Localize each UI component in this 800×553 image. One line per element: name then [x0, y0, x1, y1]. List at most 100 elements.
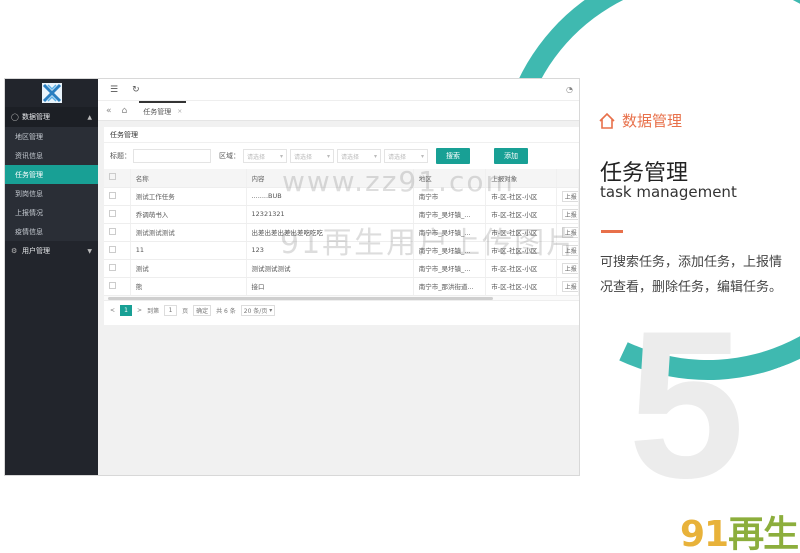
total-count: 共 6 条 [216, 307, 236, 315]
sidebar-item-area[interactable]: 地区管理 [5, 127, 98, 146]
cell-content: 123 [246, 241, 414, 260]
column-header: 地区 [413, 169, 487, 188]
chevron-down-icon: ▾ [326, 152, 330, 160]
cell-area: 南宁市_吴圩镇_... [413, 241, 487, 260]
table-header-row: 名称 内容 地区 上报对象 [104, 169, 579, 188]
scrollbar-thumb[interactable] [108, 296, 493, 300]
section-label: 数据管理 [622, 112, 683, 130]
cell-content: ........BUB [246, 187, 414, 206]
report-button[interactable]: 上报 [556, 223, 579, 242]
table-row: 熊 接口 南宁市_那洪街道... 市-区-社区-小区 上报 [104, 277, 579, 296]
cell-name: 测试 [130, 259, 247, 278]
task-table: 名称 内容 地区 上报对象 测试工作任务 ........BUB 南宁市 市-区… [104, 169, 579, 296]
menu-group-label: 数据管理 [22, 113, 50, 121]
feature-description: 可搜索任务，添加任务，上报情况查看，删除任务，编辑任务。 [600, 255, 783, 295]
sidebar-item-epidemic[interactable]: 疫情信息 [5, 222, 98, 241]
cell-target: 市-区-社区-小区 [485, 277, 557, 296]
menu-group-label: 用户管理 [22, 247, 50, 255]
menu-group-data[interactable]: ◯ 数据管理 ▲ [5, 107, 98, 127]
pagination: < 1 > 到第 1 页 确定 共 6 条 20 条/页 ▾ [104, 301, 579, 320]
row-checkbox[interactable] [104, 205, 131, 224]
home-icon [599, 112, 615, 129]
app-window: ◯ 数据管理 ▲ 地区管理 资讯信息 任务管理 到岗信息 上报情况 疫情信息 ⚙… [4, 78, 580, 476]
task-card: 任务管理 标题： 区域： 请选择 ▾ 请选择 ▾ 请选择 ▾ 请选择 ▾ 搜索 添加 名… [104, 127, 579, 325]
prev-page-button[interactable]: < [110, 307, 115, 314]
area-select-1[interactable]: 请选择 ▾ [243, 149, 287, 163]
circle-icon: ◯ [11, 113, 19, 121]
brand-logo: 91再生 [680, 514, 799, 553]
section-number: 5 [628, 287, 745, 522]
column-header: 名称 [130, 169, 247, 188]
menu-group-users[interactable]: ⚙ 用户管理 ▼ [5, 241, 98, 261]
cell-target: 市-区-社区-小区 [485, 259, 557, 278]
close-icon[interactable]: × [177, 108, 182, 115]
row-checkbox[interactable] [104, 259, 131, 278]
row-checkbox[interactable] [104, 223, 131, 242]
filter-bar: 标题： 区域： 请选择 ▾ 请选择 ▾ 请选择 ▾ 请选择 ▾ 搜索 添加 [104, 143, 579, 169]
chevron-down-icon: ▼ [87, 247, 92, 255]
select-all-checkbox[interactable] [104, 169, 131, 188]
cell-name: 熊 [130, 277, 247, 296]
report-button[interactable]: 上报 [556, 205, 579, 224]
user-icon[interactable]: ◔ [566, 85, 573, 94]
top-bar: ☰ ↻ ◔ [98, 79, 579, 101]
page-subtitle: task management [600, 183, 737, 201]
cell-content: 测试测试测试 [246, 259, 414, 278]
cell-target: 市-区-社区-小区 [485, 241, 557, 260]
sidebar-item-attendance[interactable]: 到岗信息 [5, 184, 98, 203]
goto-label: 到第 [147, 307, 160, 315]
cell-name: 测试工作任务 [130, 187, 247, 206]
cell-target: 市-区-社区-小区 [485, 187, 557, 206]
next-page-button[interactable]: > [137, 307, 142, 314]
card-title: 任务管理 [104, 127, 579, 143]
horizontal-scrollbar[interactable] [104, 295, 579, 301]
table-row: 11 123 南宁市_吴圩镇_... 市-区-社区-小区 上报 [104, 241, 579, 260]
report-button[interactable]: 上报 [556, 241, 579, 260]
cell-target: 市-区-社区-小区 [485, 223, 557, 242]
page-jump-input[interactable]: 1 [164, 304, 178, 316]
table-row: 测试 测试测试测试 南宁市_吴圩镇_... 市-区-社区-小区 上报 [104, 259, 579, 278]
area-select-3[interactable]: 请选择 ▾ [337, 149, 381, 163]
chevron-down-icon: ▾ [420, 152, 424, 160]
row-checkbox[interactable] [104, 241, 131, 260]
area-select-4[interactable]: 请选择 ▾ [384, 149, 428, 163]
app-logo [5, 79, 98, 107]
chevron-down-icon: ▾ [373, 152, 377, 160]
menu-toggle-icon[interactable]: ☰ [110, 85, 118, 95]
cell-content: 12321321 [246, 205, 414, 224]
page-current[interactable]: 1 [120, 304, 133, 316]
page-unit: 页 [182, 307, 189, 315]
chevron-up-icon: ▲ [87, 113, 92, 121]
report-button[interactable]: 上报 [556, 259, 579, 278]
cell-area: 南宁市 [413, 187, 487, 206]
cell-name: 11 [130, 241, 247, 260]
cell-area: 南宁市_吴圩镇_... [413, 205, 487, 224]
gear-icon: ⚙ [11, 247, 18, 255]
cell-content: 接口 [246, 277, 414, 296]
area-filter-label: 区域： [219, 152, 240, 160]
tab-label: 任务管理 [143, 107, 172, 116]
refresh-icon[interactable]: ↻ [132, 85, 140, 95]
title-search-input[interactable] [133, 149, 211, 163]
cell-area: 南宁市_吴圩镇_... [413, 259, 487, 278]
table-row: 乔调萌书入 12321321 南宁市_吴圩镇_... 市-区-社区-小区 上报 [104, 205, 579, 224]
page-size-select[interactable]: 20 条/页 ▾ [240, 304, 276, 316]
back-icon[interactable]: « [106, 106, 112, 116]
cell-area: 南宁市_那洪街道... [413, 277, 487, 296]
sidebar-item-reports[interactable]: 上报情况 [5, 203, 98, 222]
tab-task-management[interactable]: 任务管理 × [139, 100, 187, 121]
home-icon[interactable]: ⌂ [122, 106, 128, 116]
section-tag: 数据管理 [598, 110, 682, 131]
sidebar-item-news[interactable]: 资讯信息 [5, 146, 98, 165]
title-filter-label: 标题： [110, 152, 131, 160]
add-button[interactable]: 添加 [494, 148, 528, 164]
row-checkbox[interactable] [104, 277, 131, 296]
search-button[interactable]: 搜索 [436, 148, 470, 164]
sidebar-item-tasks[interactable]: 任务管理 [5, 165, 98, 184]
confirm-button[interactable]: 确定 [193, 304, 212, 316]
report-button[interactable]: 上报 [556, 187, 579, 206]
row-checkbox[interactable] [104, 187, 131, 206]
column-header-ops [556, 169, 579, 188]
area-select-2[interactable]: 请选择 ▾ [290, 149, 334, 163]
report-button[interactable]: 上报 [556, 277, 579, 296]
